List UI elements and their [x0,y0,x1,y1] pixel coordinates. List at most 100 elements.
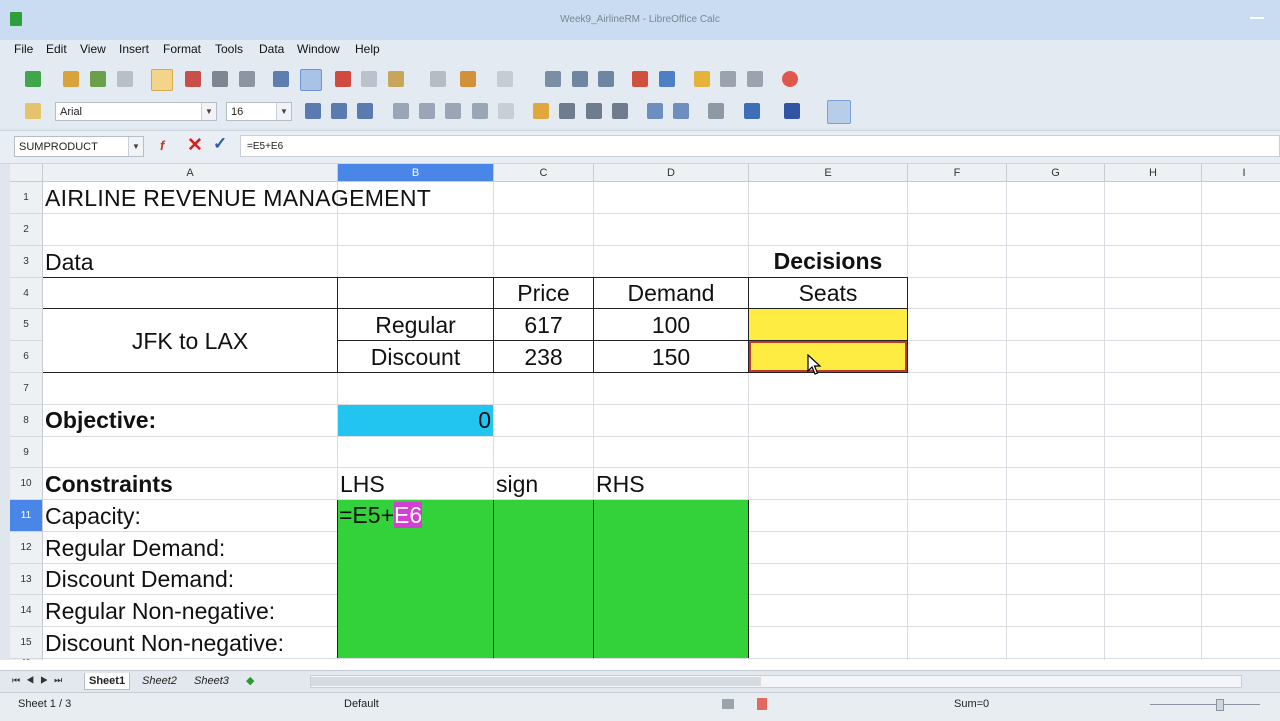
cell-a10[interactable]: Constraints [45,468,173,500]
horizontal-scrollbar[interactable] [310,675,1242,688]
edit-mode-icon[interactable] [151,69,173,91]
spreadsheet-grid[interactable]: A B C D E F G H I 1 2 3 4 5 6 7 8 9 10 1… [10,164,1280,660]
tab-sheet3[interactable]: Sheet3 [190,673,233,689]
cell-a11[interactable]: Capacity: [45,500,141,532]
currency-format-icon[interactable] [533,103,549,119]
cell-a15[interactable]: Discount Non-negative: [45,627,284,659]
zoom-slider-handle[interactable] [1216,699,1224,711]
align-left-icon[interactable] [393,103,409,119]
insert-chart-icon[interactable] [632,71,648,87]
row-header[interactable]: 7 [10,373,43,405]
cell-c10[interactable]: sign [496,468,538,500]
font-size-select[interactable]: 16 ▼ [226,102,292,121]
align-right-icon[interactable] [445,103,461,119]
menu-format[interactable]: Format [163,42,201,56]
tab-sheet2[interactable]: Sheet2 [138,673,181,689]
zoom-slider[interactable] [1150,704,1260,705]
cell-c5[interactable]: 617 [494,309,593,341]
row-header[interactable]: 13 [10,564,43,595]
percent-format-icon[interactable] [559,103,575,119]
cell-b11-editing[interactable]: =E5+E6 [339,499,423,531]
decision-cell-e5[interactable] [749,309,907,340]
background-color-icon[interactable] [744,103,760,119]
align-center-icon[interactable] [419,103,435,119]
menu-edit[interactable]: Edit [46,42,67,56]
column-header-g[interactable]: G [1007,164,1105,182]
row-header[interactable]: 14 [10,595,43,627]
increase-indent-icon[interactable] [673,103,689,119]
menu-help[interactable]: Help [355,42,380,56]
cell-b5[interactable]: Regular [338,309,493,341]
menu-file[interactable]: File [14,42,33,56]
row-header[interactable]: 5 [10,309,43,341]
print-icon[interactable] [212,71,228,87]
cell-a3[interactable]: Data [45,246,94,278]
chevron-down-icon[interactable]: ▼ [128,137,143,156]
toggle-grid-icon[interactable] [827,100,851,124]
row-header[interactable]: 6 [10,341,43,373]
sheet-title-a1[interactable]: AIRLINE REVENUE MANAGEMENT [45,182,431,214]
cell-a5[interactable]: JFK to LAX [43,325,337,357]
column-header-h[interactable]: H [1105,164,1202,182]
underline-icon[interactable] [357,103,373,119]
name-box[interactable]: SUMPRODUCT ▼ [14,136,144,157]
cell-a8[interactable]: Objective: [45,404,156,436]
new-document-icon[interactable] [25,71,41,87]
cell-d4[interactable]: Demand [594,277,748,309]
sort-descending-icon[interactable] [598,71,614,87]
menu-insert[interactable]: Insert [119,42,149,56]
add-sheet-icon[interactable]: ◆ [246,674,254,687]
data-sources-icon[interactable] [747,71,763,87]
status-page-style[interactable]: Default [344,698,379,710]
cell-a12[interactable]: Regular Demand: [45,532,225,564]
column-header-d[interactable]: D [594,164,749,182]
tab-sheet1[interactable]: Sheet1 [84,673,131,690]
row-header[interactable]: 2 [10,214,43,246]
spellcheck-icon[interactable] [273,71,289,87]
add-decimal-icon[interactable] [612,103,628,119]
column-header-f[interactable]: F [908,164,1007,182]
styles-icon[interactable] [25,103,41,119]
menu-view[interactable]: View [80,42,106,56]
row-header[interactable]: 4 [10,278,43,309]
row-header[interactable]: 8 [10,405,43,437]
font-name-select[interactable]: Arial ▼ [55,102,217,121]
selection-mode-icon[interactable] [722,699,734,709]
menu-data[interactable]: Data [259,42,284,56]
function-wizard-icon[interactable]: f [160,138,176,154]
column-header-i[interactable]: I [1202,164,1280,182]
cell-d10[interactable]: RHS [596,468,645,500]
justify-icon[interactable] [472,103,488,119]
scrollbar-thumb[interactable] [311,677,761,686]
sort-ascending-icon[interactable] [572,71,588,87]
row-header[interactable]: 15 [10,627,43,659]
redo-icon[interactable] [497,71,513,87]
undo-icon[interactable] [460,71,476,87]
menu-tools[interactable]: Tools [215,42,243,56]
cell-e4[interactable]: Seats [749,277,907,309]
formula-input[interactable]: =E5+E6 [240,135,1280,157]
italic-icon[interactable] [331,103,347,119]
sheet-nav-arrows-icon[interactable]: ⏮◀▶⏭ [12,675,68,686]
cell-d6[interactable]: 150 [594,341,748,373]
decrease-indent-icon[interactable] [647,103,663,119]
decision-cell-e6[interactable] [749,341,907,372]
navigator-icon[interactable] [694,71,710,87]
column-header-a[interactable]: A [43,164,338,182]
help-icon[interactable] [782,71,798,87]
export-pdf-icon[interactable] [185,71,201,87]
chevron-down-icon[interactable]: ▼ [276,103,291,120]
row-header[interactable]: 11 [10,500,43,532]
cell-c4[interactable]: Price [494,277,593,309]
cut-icon[interactable] [335,71,351,87]
column-header-c[interactable]: C [494,164,594,182]
cell-c6[interactable]: 238 [494,341,593,373]
cell-b10[interactable]: LHS [340,468,385,500]
pivot-table-icon[interactable] [659,71,675,87]
gallery-icon[interactable] [720,71,736,87]
row-header[interactable]: 12 [10,532,43,564]
row-header[interactable]: 3 [10,246,43,278]
copy-icon[interactable] [361,71,377,87]
bold-icon[interactable] [305,103,321,119]
font-color-icon[interactable] [784,103,800,119]
